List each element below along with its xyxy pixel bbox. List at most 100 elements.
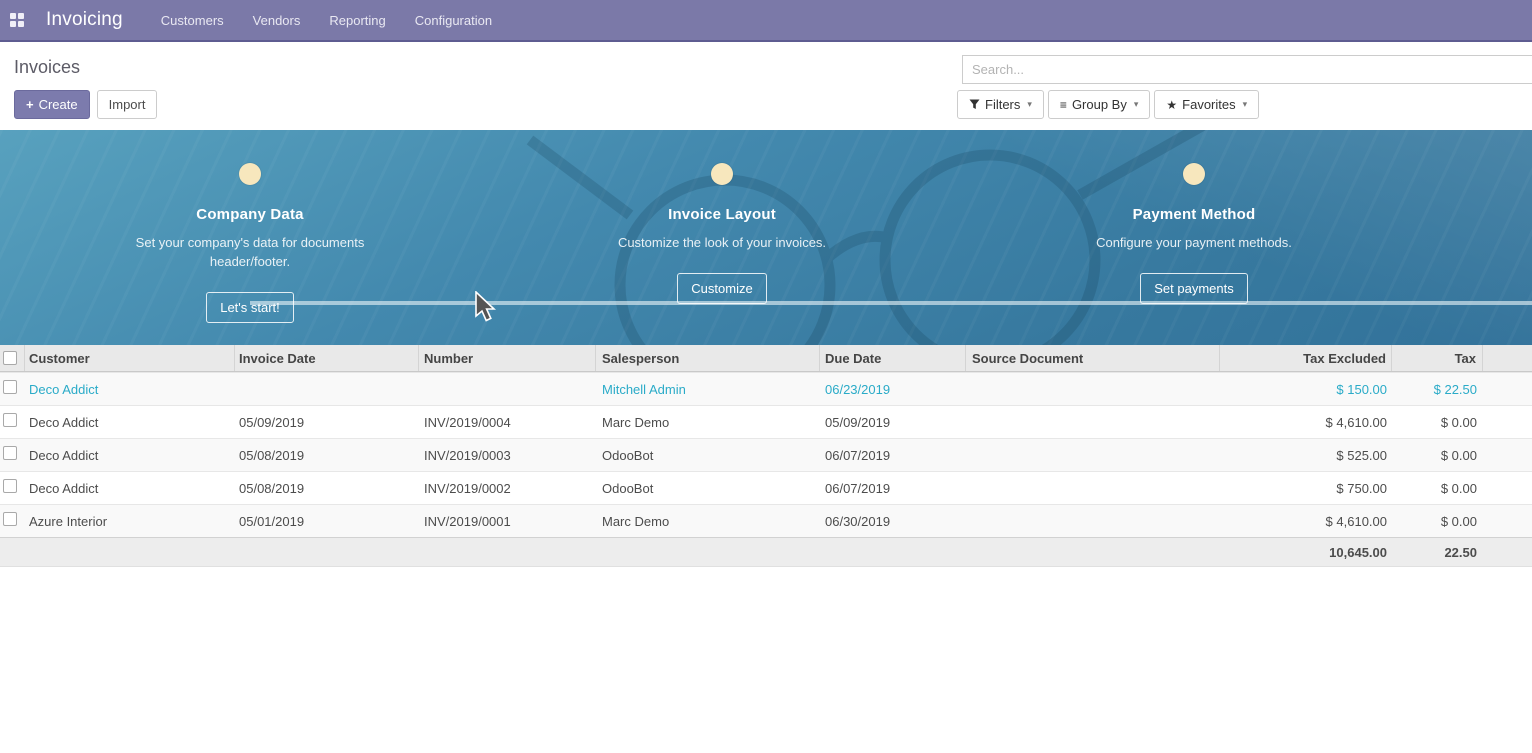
total-tax: 22.50 — [1392, 545, 1483, 560]
app-title[interactable]: Invoicing — [46, 9, 123, 31]
nav-menu-configuration[interactable]: Configuration — [415, 13, 492, 28]
select-all-checkbox[interactable] — [3, 351, 17, 365]
onboarding-step-payment-method: Payment Method Configure your payment me… — [1044, 163, 1344, 304]
step-title: Payment Method — [1044, 206, 1344, 223]
group-by-icon: ≡ — [1060, 98, 1067, 112]
cell-tax-excluded[interactable]: $ 150.00 — [1220, 373, 1392, 406]
customize-button[interactable]: Customize — [677, 273, 766, 304]
cell-tax-excluded[interactable]: $ 525.00 — [1220, 439, 1392, 472]
table-row[interactable]: Deco Addict 05/09/2019 INV/2019/0004 Mar… — [0, 405, 1532, 438]
cell-number[interactable]: INV/2019/0003 — [419, 439, 596, 472]
cell-due-date[interactable]: 06/23/2019 — [820, 373, 966, 406]
invoicing-app: Invoicing Customers Vendors Reporting Co… — [0, 0, 1532, 753]
column-header-tax[interactable]: Tax — [1392, 345, 1483, 371]
step-title: Company Data — [100, 206, 400, 223]
cell-invoice-date[interactable]: 05/08/2019 — [235, 439, 419, 472]
search-input[interactable] — [962, 55, 1532, 84]
column-header-due-date[interactable]: Due Date — [820, 345, 966, 371]
column-header-source-document[interactable]: Source Document — [966, 345, 1220, 371]
cell-salesperson[interactable]: Marc Demo — [596, 406, 820, 439]
nav-menu-vendors[interactable]: Vendors — [253, 13, 301, 28]
cell-invoice-date[interactable]: 05/08/2019 — [235, 472, 419, 505]
lets-start-button[interactable]: Let's start! — [206, 292, 294, 323]
cell-tax[interactable]: $ 0.00 — [1392, 472, 1483, 505]
nav-menu-customers[interactable]: Customers — [161, 13, 224, 28]
import-button[interactable]: Import — [97, 90, 158, 119]
cell-tax-excluded[interactable]: $ 750.00 — [1220, 472, 1392, 505]
cell-salesperson[interactable]: Marc Demo — [596, 505, 820, 538]
cell-due-date[interactable]: 06/07/2019 — [820, 472, 966, 505]
caret-down-icon: ▾ — [1243, 99, 1248, 110]
cell-due-date[interactable]: 05/09/2019 — [820, 406, 966, 439]
column-header-customer[interactable]: Customer — [25, 345, 235, 371]
select-all-checkbox-cell — [0, 345, 25, 371]
cell-customer[interactable]: Deco Addict — [25, 472, 235, 505]
onboarding-banner: Company Data Set your company's data for… — [0, 130, 1532, 345]
cell-tax-excluded[interactable]: $ 4,610.00 — [1220, 505, 1392, 538]
step-dot — [239, 163, 261, 185]
cell-salesperson[interactable]: Mitchell Admin — [596, 373, 820, 406]
cell-tax[interactable]: $ 0.00 — [1392, 439, 1483, 472]
cell-customer[interactable]: Deco Addict — [25, 439, 235, 472]
filters-button[interactable]: Filters ▾ — [957, 90, 1044, 119]
row-checkbox[interactable] — [3, 413, 17, 427]
table-header: Customer Invoice Date Number Salesperson… — [0, 345, 1532, 372]
onboarding-step-company-data: Company Data Set your company's data for… — [100, 163, 400, 323]
caret-down-icon: ▾ — [1027, 99, 1032, 110]
column-header-spacer — [1483, 345, 1532, 371]
column-header-salesperson[interactable]: Salesperson — [596, 345, 820, 371]
step-description: Customize the look of your invoices. — [572, 233, 872, 252]
cell-number[interactable]: INV/2019/0001 — [419, 505, 596, 538]
cell-tax-excluded[interactable]: $ 4,610.00 — [1220, 406, 1392, 439]
step-dot — [711, 163, 733, 185]
column-header-invoice-date[interactable]: Invoice Date — [235, 345, 419, 371]
favorites-button[interactable]: ★ Favorites ▾ — [1154, 90, 1259, 119]
table-footer: 10,645.00 22.50 — [0, 537, 1532, 567]
cell-tax[interactable]: $ 0.00 — [1392, 406, 1483, 439]
create-button[interactable]: + Create — [14, 90, 90, 119]
cell-salesperson[interactable]: OdooBot — [596, 439, 820, 472]
top-navbar: Invoicing Customers Vendors Reporting Co… — [0, 0, 1532, 42]
cell-due-date[interactable]: 06/07/2019 — [820, 439, 966, 472]
cell-customer[interactable]: Deco Addict — [25, 373, 235, 406]
row-checkbox[interactable] — [3, 446, 17, 460]
table-row[interactable]: Deco Addict 05/08/2019 INV/2019/0003 Odo… — [0, 438, 1532, 471]
cell-due-date[interactable]: 06/30/2019 — [820, 505, 966, 538]
apps-menu-button[interactable] — [0, 0, 34, 41]
step-description: Configure your payment methods. — [1044, 233, 1344, 252]
table-row[interactable]: Azure Interior 05/01/2019 INV/2019/0001 … — [0, 504, 1532, 537]
page-title: Invoices — [14, 57, 80, 78]
cell-invoice-date[interactable]: 05/01/2019 — [235, 505, 419, 538]
cell-number[interactable]: INV/2019/0002 — [419, 472, 596, 505]
set-payments-button[interactable]: Set payments — [1140, 273, 1248, 304]
step-dot — [1183, 163, 1205, 185]
invoice-list: Customer Invoice Date Number Salesperson… — [0, 345, 1532, 567]
column-header-number[interactable]: Number — [419, 345, 596, 371]
star-icon: ★ — [1166, 98, 1177, 112]
cell-customer[interactable]: Deco Addict — [25, 406, 235, 439]
cell-invoice-date[interactable]: 05/09/2019 — [235, 406, 419, 439]
total-tax-excluded: 10,645.00 — [1220, 545, 1392, 560]
row-checkbox[interactable] — [3, 479, 17, 493]
cell-customer[interactable]: Azure Interior — [25, 505, 235, 538]
control-panel: Invoices + Create Import Filters ▾ ≡ Gro… — [0, 44, 1532, 130]
group-by-button[interactable]: ≡ Group By ▾ — [1048, 90, 1150, 119]
cell-tax[interactable]: $ 0.00 — [1392, 505, 1483, 538]
cell-number[interactable]: INV/2019/0004 — [419, 406, 596, 439]
table-body: Deco Addict Mitchell Admin 06/23/2019 $ … — [0, 372, 1532, 537]
cell-salesperson[interactable]: OdooBot — [596, 472, 820, 505]
column-header-tax-excluded[interactable]: Tax Excluded — [1220, 345, 1392, 371]
caret-down-icon: ▾ — [1134, 99, 1139, 110]
table-row[interactable]: Deco Addict Mitchell Admin 06/23/2019 $ … — [0, 372, 1532, 405]
row-checkbox[interactable] — [3, 380, 17, 394]
navbar-menu: Customers Vendors Reporting Configuratio… — [161, 13, 492, 28]
nav-menu-reporting[interactable]: Reporting — [329, 13, 385, 28]
row-checkbox[interactable] — [3, 512, 17, 526]
table-row[interactable]: Deco Addict 05/08/2019 INV/2019/0002 Odo… — [0, 471, 1532, 504]
apps-grid-icon — [10, 13, 24, 27]
cell-tax[interactable]: $ 22.50 — [1392, 373, 1483, 406]
funnel-icon — [969, 99, 980, 110]
step-title: Invoice Layout — [572, 206, 872, 223]
onboarding-step-invoice-layout: Invoice Layout Customize the look of you… — [572, 163, 872, 304]
plus-icon: + — [26, 97, 34, 112]
